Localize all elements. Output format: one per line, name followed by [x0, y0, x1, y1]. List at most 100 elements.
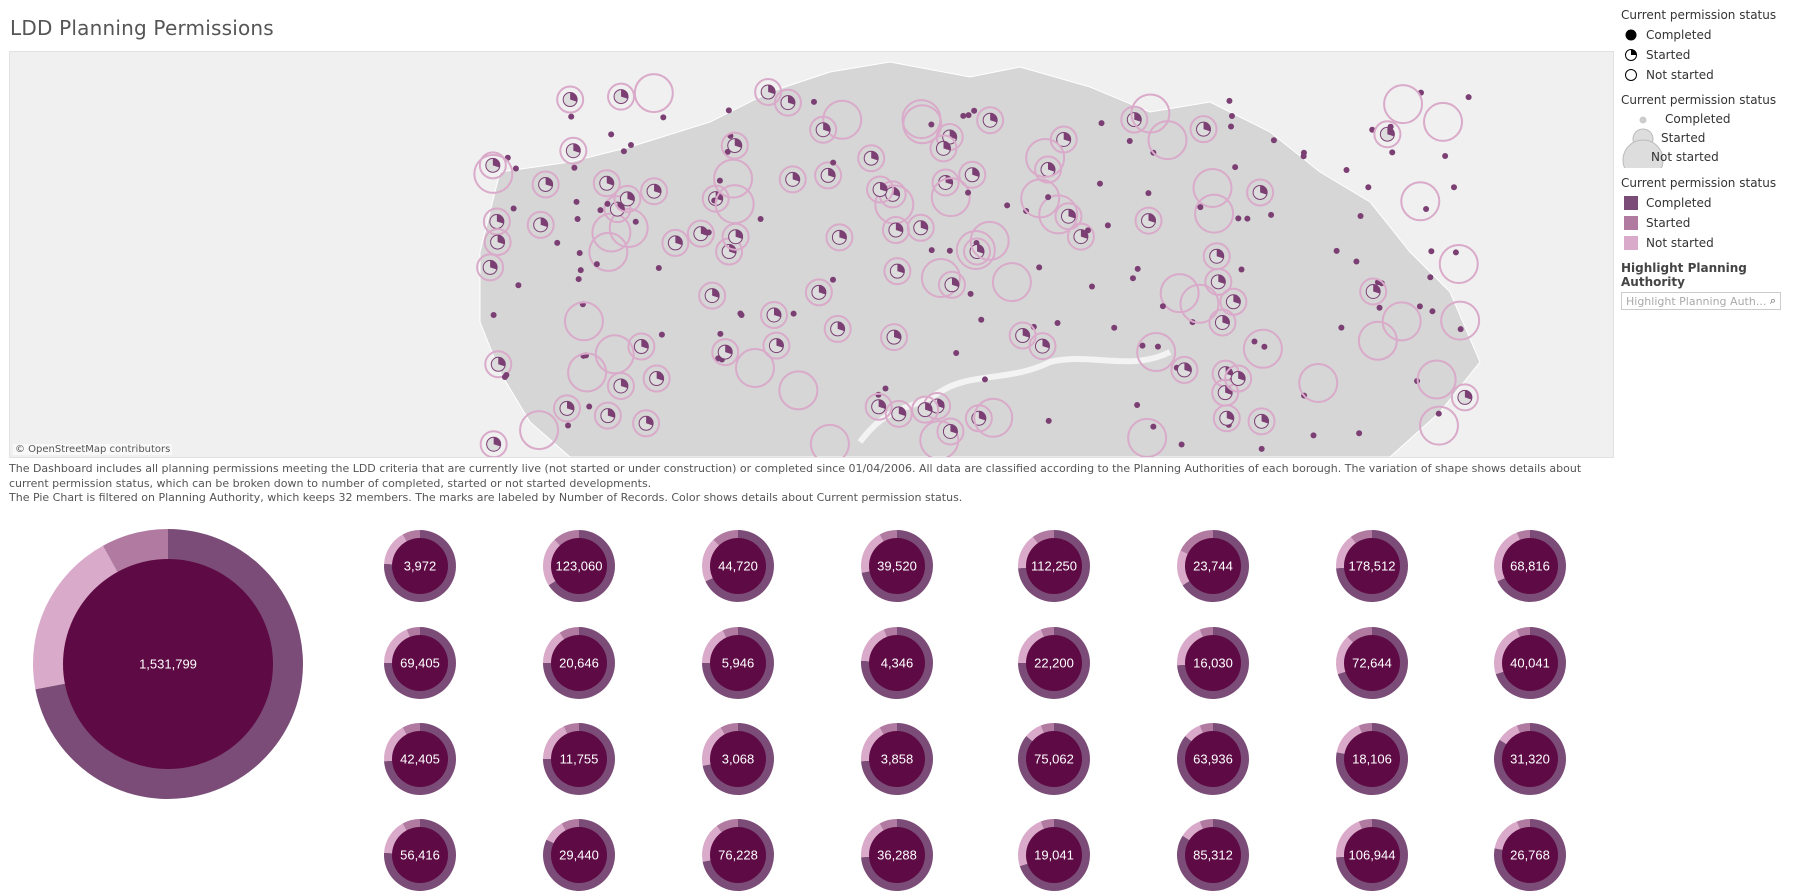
map-mark-completed[interactable]	[512, 165, 519, 172]
shape-legend-item[interactable]: Completed	[1621, 25, 1791, 45]
map-mark-completed[interactable]	[608, 131, 615, 138]
authority-pie[interactable]: 56,416	[383, 819, 457, 891]
authority-pie[interactable]: 26,768	[1494, 819, 1567, 891]
authority-pie[interactable]: 76,228	[702, 819, 774, 891]
authority-pie[interactable]: 16,030	[1177, 627, 1249, 699]
total-pie[interactable]: 1,531,799	[32, 529, 303, 799]
map-mark-completed[interactable]	[1197, 204, 1204, 211]
authority-pie[interactable]: 106,944	[1336, 819, 1409, 891]
map-mark-completed[interactable]	[1226, 97, 1233, 104]
map-attribution[interactable]: © OpenStreetMap contributors	[13, 444, 173, 455]
map-mark-completed[interactable]	[1129, 275, 1136, 282]
map-mark-completed[interactable]	[515, 282, 522, 289]
authority-pie[interactable]: 23,744	[1177, 530, 1249, 602]
map-mark-completed[interactable]	[577, 267, 584, 274]
map-mark-completed[interactable]	[978, 316, 985, 323]
map-mark-completed[interactable]	[1154, 343, 1161, 350]
map-mark-completed[interactable]	[604, 200, 611, 207]
authority-pie[interactable]: 63,936	[1176, 723, 1249, 795]
authority-pie[interactable]: 40,041	[1493, 627, 1566, 699]
map-view[interactable]: © OpenStreetMap contributors	[9, 51, 1614, 458]
map-mark-completed[interactable]	[658, 331, 665, 338]
map-mark-completed[interactable]	[1159, 303, 1166, 310]
map-mark-completed[interactable]	[574, 215, 581, 222]
map-mark-completed[interactable]	[1126, 137, 1133, 144]
map-mark-completed[interactable]	[660, 114, 667, 121]
authority-pie[interactable]: 178,512	[1336, 530, 1409, 602]
map-mark-completed[interactable]	[1134, 265, 1141, 272]
authority-pie[interactable]: 123,060	[542, 530, 615, 602]
map-mark-completed[interactable]	[1228, 123, 1235, 130]
map-mark-completed[interactable]	[576, 250, 583, 257]
map-mark-completed[interactable]	[1442, 152, 1449, 159]
map-mark-completed[interactable]	[717, 330, 724, 337]
authority-pie[interactable]: 3,858	[861, 723, 933, 795]
authority-pie[interactable]: 4,346	[861, 627, 933, 699]
map-mark-completed[interactable]	[597, 207, 604, 214]
map-mark-not-started[interactable]	[1423, 101, 1464, 142]
map-mark-completed[interactable]	[1450, 184, 1457, 191]
map-mark-completed[interactable]	[1356, 430, 1363, 437]
map-mark-completed[interactable]	[655, 264, 662, 271]
map-mark-completed[interactable]	[829, 276, 836, 283]
map-mark-completed[interactable]	[757, 215, 764, 222]
map-mark-completed[interactable]	[1045, 417, 1052, 424]
color-legend-item[interactable]: Not started	[1621, 233, 1791, 253]
map-mark-completed[interactable]	[953, 350, 960, 357]
map-mark-completed[interactable]	[571, 164, 578, 171]
map-mark-completed[interactable]	[1416, 303, 1423, 310]
map-mark-completed[interactable]	[1428, 248, 1435, 255]
map-mark-not-started[interactable]	[1400, 181, 1441, 222]
map-mark-completed[interactable]	[1261, 343, 1268, 350]
map-mark-completed[interactable]	[1338, 324, 1345, 331]
map-mark-completed[interactable]	[1238, 266, 1245, 273]
map-mark-completed[interactable]	[971, 107, 978, 114]
highlight-search-input[interactable]: Highlight Planning Auth... ⌕	[1621, 292, 1781, 310]
map-mark-completed[interactable]	[1251, 338, 1258, 345]
map-mark-completed[interactable]	[1423, 205, 1430, 212]
map-mark-completed[interactable]	[938, 400, 945, 407]
map-mark-completed[interactable]	[1300, 153, 1307, 160]
map-mark-completed[interactable]	[1389, 149, 1396, 156]
authority-pie[interactable]: 22,200	[1018, 627, 1090, 699]
map-mark-completed[interactable]	[1435, 410, 1442, 417]
map-mark-completed[interactable]	[1268, 211, 1275, 218]
authority-pie[interactable]: 19,041	[1017, 819, 1090, 891]
authority-pie[interactable]: 36,288	[861, 819, 933, 891]
map-mark-completed[interactable]	[1036, 264, 1043, 271]
map-mark-completed[interactable]	[1333, 247, 1340, 254]
authority-pie[interactable]: 20,646	[543, 627, 615, 699]
authority-pie[interactable]: 44,720	[702, 530, 774, 602]
map-mark-not-started[interactable]	[633, 73, 674, 114]
color-legend-item[interactable]: Completed	[1621, 193, 1791, 213]
map-mark-completed[interactable]	[1270, 137, 1277, 144]
map-mark-completed[interactable]	[1232, 164, 1239, 171]
map-mark-completed[interactable]	[716, 177, 723, 184]
map-mark-completed[interactable]	[627, 141, 634, 148]
authority-pie[interactable]: 68,816	[1494, 530, 1566, 602]
map-mark-completed[interactable]	[1054, 320, 1061, 327]
map-mark-not-started[interactable]	[1383, 84, 1424, 125]
map-mark-completed[interactable]	[1258, 445, 1265, 452]
authority-pie[interactable]: 31,320	[1494, 723, 1567, 795]
map-mark-completed[interactable]	[1427, 274, 1434, 281]
map-mark-completed[interactable]	[1150, 423, 1157, 430]
authority-pie[interactable]: 69,405	[384, 627, 456, 699]
authority-pie[interactable]: 85,312	[1177, 819, 1250, 891]
map-mark-completed[interactable]	[586, 403, 593, 410]
map-mark-completed[interactable]	[1465, 94, 1472, 101]
map-mark-completed[interactable]	[965, 112, 972, 119]
map-mark-completed[interactable]	[1104, 222, 1111, 229]
map-mark-completed[interactable]	[565, 422, 572, 429]
map-mark-completed[interactable]	[928, 247, 935, 254]
map-mark-completed[interactable]	[1457, 326, 1464, 333]
map-mark-completed[interactable]	[1429, 308, 1436, 315]
shape-legend-item[interactable]: Started	[1621, 45, 1791, 65]
map-mark-completed[interactable]	[1353, 258, 1360, 265]
map-mark-completed[interactable]	[573, 198, 580, 205]
map-mark-completed[interactable]	[1178, 441, 1185, 448]
map-mark-completed[interactable]	[1343, 167, 1350, 174]
map-mark-completed[interactable]	[790, 310, 797, 317]
authority-pie[interactable]: 112,250	[1018, 530, 1090, 602]
map-mark-completed[interactable]	[1244, 215, 1251, 222]
